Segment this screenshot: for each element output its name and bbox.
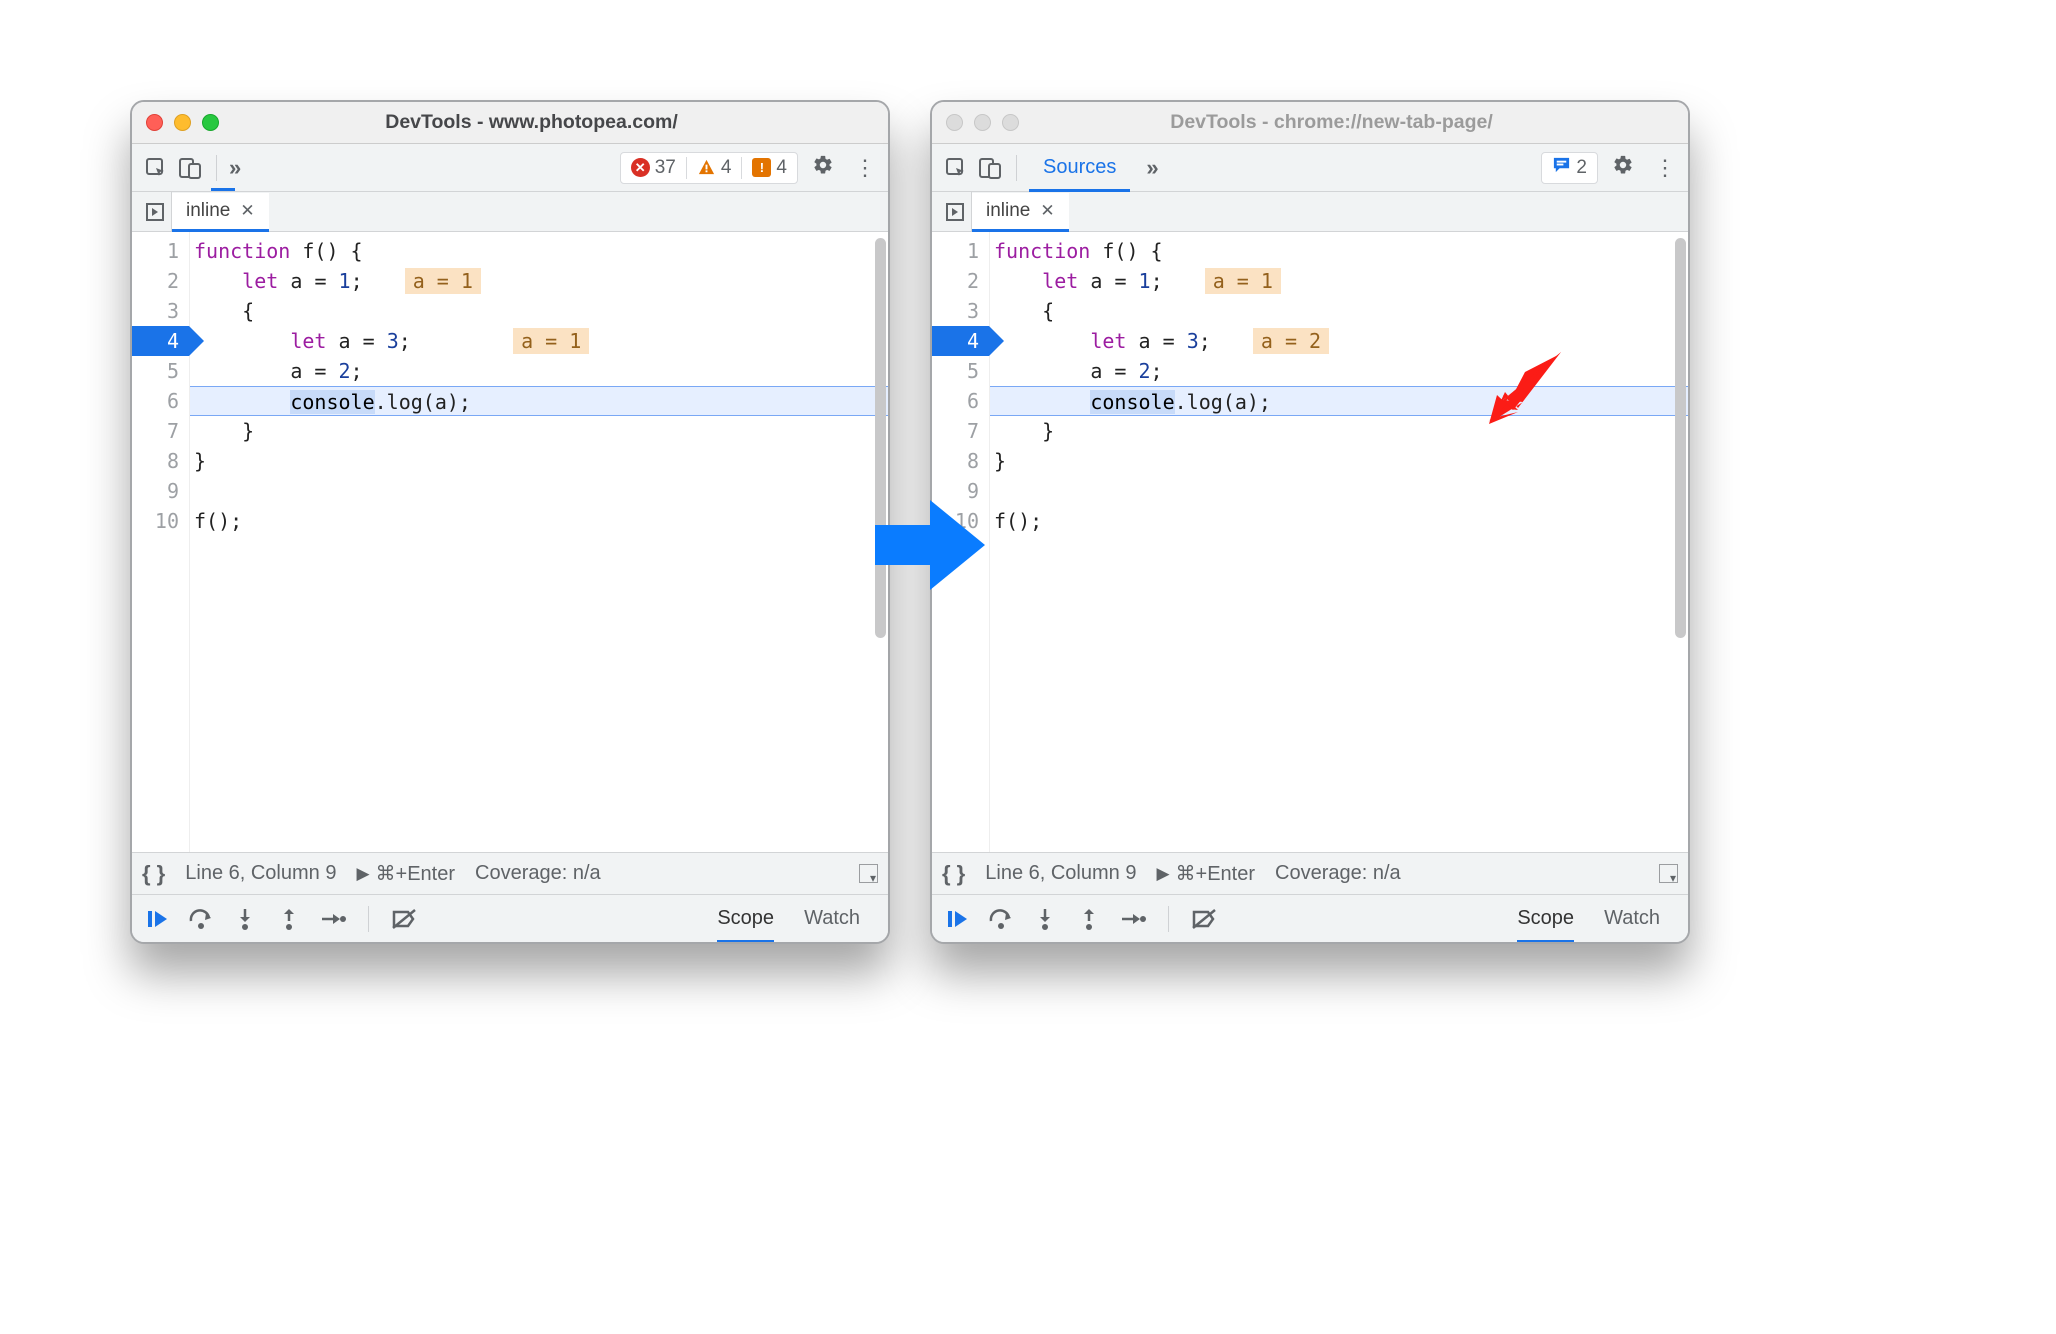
zoom-icon[interactable] [202,114,219,131]
inline-value: a = 2 [1253,328,1329,354]
step-over-icon[interactable] [986,904,1016,934]
debugger-tabs: Scope Watch [1517,907,1678,931]
run-hint: ▶⌘+Enter [1156,861,1255,886]
separator [1016,155,1017,181]
callout-arrow-icon [1483,350,1563,425]
file-tab-inline[interactable]: inline ✕ [172,193,269,232]
message-count: 2 [1576,157,1587,179]
step-icon[interactable] [318,904,348,934]
close-icon[interactable] [146,114,163,131]
inspect-icon[interactable] [142,154,170,182]
console-badges[interactable]: ✕ 37 4 ! 4 [620,152,798,184]
navigator-icon[interactable] [138,192,172,231]
inspect-icon[interactable] [942,154,970,182]
tab-scope[interactable]: Scope [1517,907,1574,943]
menu-icon[interactable]: ⋮ [854,155,878,181]
status-bar: { } Line 6, Column 9 ▶⌘+Enter Coverage: … [932,852,1688,894]
inline-value: a = 1 [405,268,481,294]
traffic-lights [946,114,1019,131]
execution-line-marker: 4 [932,326,989,356]
titlebar: DevTools - chrome://new-tab-page/ [932,102,1688,144]
debugger-toolbar: Scope Watch [132,894,888,942]
devtools-window-right: DevTools - chrome://new-tab-page/ Source… [930,100,1690,944]
execution-line-marker: 4 [132,326,189,356]
pretty-print-icon[interactable]: { } [942,861,965,887]
file-tab-label: inline [986,200,1030,222]
code-body[interactable]: function f() { let a = 1; a = 1 { let a … [990,232,1688,852]
file-tabstrip: inline ✕ [132,192,888,232]
close-icon[interactable] [946,114,963,131]
titlebar: DevTools - www.photopea.com/ [132,102,888,144]
close-tab-icon[interactable]: ✕ [240,201,254,221]
minimize-icon[interactable] [974,114,991,131]
file-tab-label: inline [186,200,230,222]
line-gutter: 12345678910 [132,232,190,852]
step-into-icon[interactable] [1030,904,1060,934]
main-toolbar: Sources » 2 ⋮ [932,144,1688,192]
drawer-icon[interactable] [859,864,878,883]
error-count: 37 [655,157,676,179]
coverage-status: Coverage: n/a [475,862,601,885]
status-bar: { } Line 6, Column 9 ▶⌘+Enter Coverage: … [132,852,888,894]
main-toolbar: » ✕37 4 !4 ⋮ [132,144,888,192]
step-over-icon[interactable] [186,904,216,934]
debugger-toolbar: Scope Watch [932,894,1688,942]
code-editor[interactable]: 12345678910 function f() { let a = 1; a … [132,232,888,852]
file-tab-inline[interactable]: inline ✕ [972,193,1069,232]
cursor-position: Line 6, Column 9 [185,862,336,885]
close-tab-icon[interactable]: ✕ [1040,201,1054,221]
run-hint: ▶⌘+Enter [356,861,455,886]
window-title: DevTools - chrome://new-tab-page/ [1029,111,1674,134]
cursor-position: Line 6, Column 9 [985,862,1136,885]
step-out-icon[interactable] [1074,904,1104,934]
step-icon[interactable] [1118,904,1148,934]
file-tabstrip: inline ✕ [932,192,1688,232]
separator [1168,906,1169,932]
zoom-icon[interactable] [1002,114,1019,131]
tab-sources[interactable]: Sources [1029,146,1130,192]
issue-count: 4 [776,157,787,179]
message-icon [1552,155,1571,180]
resume-icon[interactable] [142,904,172,934]
settings-icon[interactable] [812,154,834,182]
tab-watch[interactable]: Watch [1604,907,1660,931]
coverage-status: Coverage: n/a [1275,862,1401,885]
device-icon[interactable] [176,154,204,182]
settings-icon[interactable] [1612,154,1634,182]
devtools-window-left: DevTools - www.photopea.com/ » ✕37 4 !4 … [130,100,890,944]
breakpoints-icon[interactable] [389,904,419,934]
tab-scope[interactable]: Scope [717,907,774,943]
step-out-icon[interactable] [274,904,304,934]
resume-icon[interactable] [942,904,972,934]
console-badges[interactable]: 2 [1541,152,1598,184]
breakpoints-icon[interactable] [1189,904,1219,934]
code-editor[interactable]: 12345678910 function f() { let a = 1; a … [932,232,1688,852]
debugger-tabs: Scope Watch [717,907,878,931]
error-icon: ✕ [631,158,650,177]
transition-arrow-icon [870,495,990,595]
inline-value: a = 1 [1205,268,1281,294]
warning-icon [697,158,716,177]
menu-icon[interactable]: ⋮ [1654,155,1678,181]
step-into-icon[interactable] [230,904,260,934]
window-title: DevTools - www.photopea.com/ [229,111,874,134]
device-icon[interactable] [976,154,1004,182]
separator [368,906,369,932]
code-body[interactable]: function f() { let a = 1; a = 1 { let a … [190,232,888,852]
more-tabs-icon[interactable]: » [1146,155,1158,181]
minimize-icon[interactable] [174,114,191,131]
inline-value: a = 1 [513,328,589,354]
traffic-lights [146,114,219,131]
pretty-print-icon[interactable]: { } [142,861,165,887]
tab-watch[interactable]: Watch [804,907,860,931]
issue-icon: ! [752,158,771,177]
warning-count: 4 [721,157,732,179]
drawer-icon[interactable] [1659,864,1678,883]
navigator-icon[interactable] [938,192,972,231]
scrollbar[interactable] [1675,238,1686,638]
